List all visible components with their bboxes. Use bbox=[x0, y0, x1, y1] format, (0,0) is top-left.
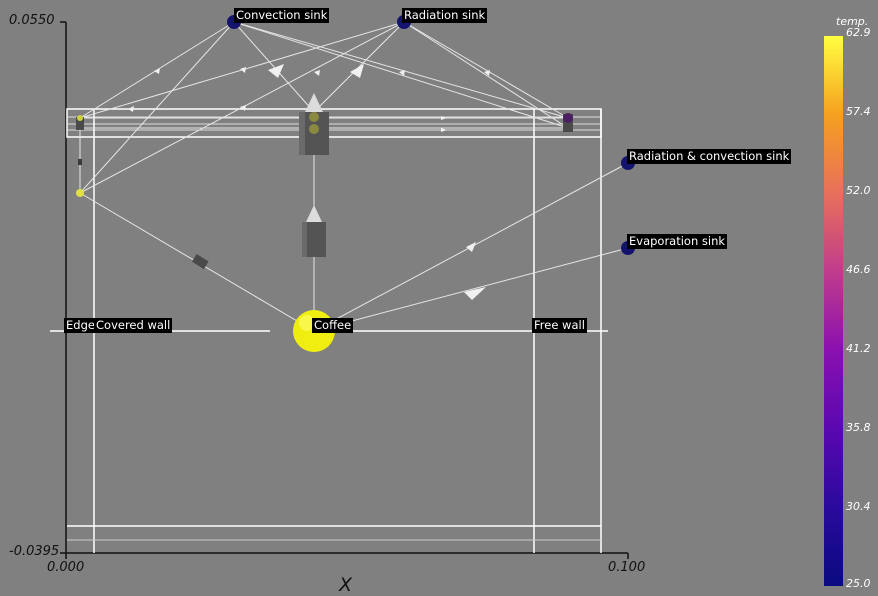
nodes[interactable] bbox=[76, 15, 635, 352]
coffee-label: Coffee bbox=[312, 318, 354, 333]
colorbar-tick: 25.0 bbox=[846, 577, 871, 590]
axes bbox=[60, 21, 629, 559]
colorbar-tick: 62.9 bbox=[846, 26, 871, 39]
x-min-tick: 0.000 bbox=[47, 560, 85, 575]
vertical-cone bbox=[306, 205, 322, 222]
radiation-convection-sink-label: Radiation & convection sink bbox=[627, 149, 792, 164]
y-max-tick: 0.0550 bbox=[9, 13, 55, 28]
x-max-tick: 0.100 bbox=[608, 560, 646, 575]
lid-cone bbox=[305, 93, 323, 112]
colorbar-tick: 57.4 bbox=[846, 105, 871, 118]
render-viewport[interactable]: 0.0550 -0.0395 0.000 0.100 X Convection … bbox=[0, 0, 878, 596]
colorbar-tick: 46.6 bbox=[846, 263, 871, 276]
colorbar-tick: 52.0 bbox=[846, 184, 871, 197]
colorbar-tick: 30.4 bbox=[846, 500, 871, 513]
connections bbox=[79, 21, 629, 332]
convection-sink-label: Convection sink bbox=[234, 8, 330, 23]
lid-center-node-a[interactable] bbox=[309, 112, 319, 122]
colorbar-tick: 35.8 bbox=[846, 421, 871, 434]
y-min-tick: -0.0395 bbox=[9, 544, 60, 559]
resistor-blocks bbox=[76, 93, 573, 270]
edge-label: Edge bbox=[64, 318, 97, 333]
free-wall-label: Free wall bbox=[532, 318, 587, 333]
x-axis-title: X bbox=[339, 574, 353, 596]
edge-node[interactable] bbox=[76, 189, 84, 197]
lid-right-node[interactable] bbox=[563, 113, 573, 123]
colorbar-tick: 41.2 bbox=[846, 342, 871, 355]
evaporation-sink-label: Evaporation sink bbox=[627, 234, 728, 249]
colorbar bbox=[824, 36, 843, 586]
covered-wall-label: Covered wall bbox=[94, 318, 173, 333]
radiation-sink-label: Radiation sink bbox=[402, 8, 488, 23]
network-scene[interactable] bbox=[0, 0, 878, 595]
flow-arrow-markers bbox=[128, 64, 490, 300]
lid-left-node[interactable] bbox=[77, 115, 83, 121]
lid-center-node-b[interactable] bbox=[309, 124, 319, 134]
